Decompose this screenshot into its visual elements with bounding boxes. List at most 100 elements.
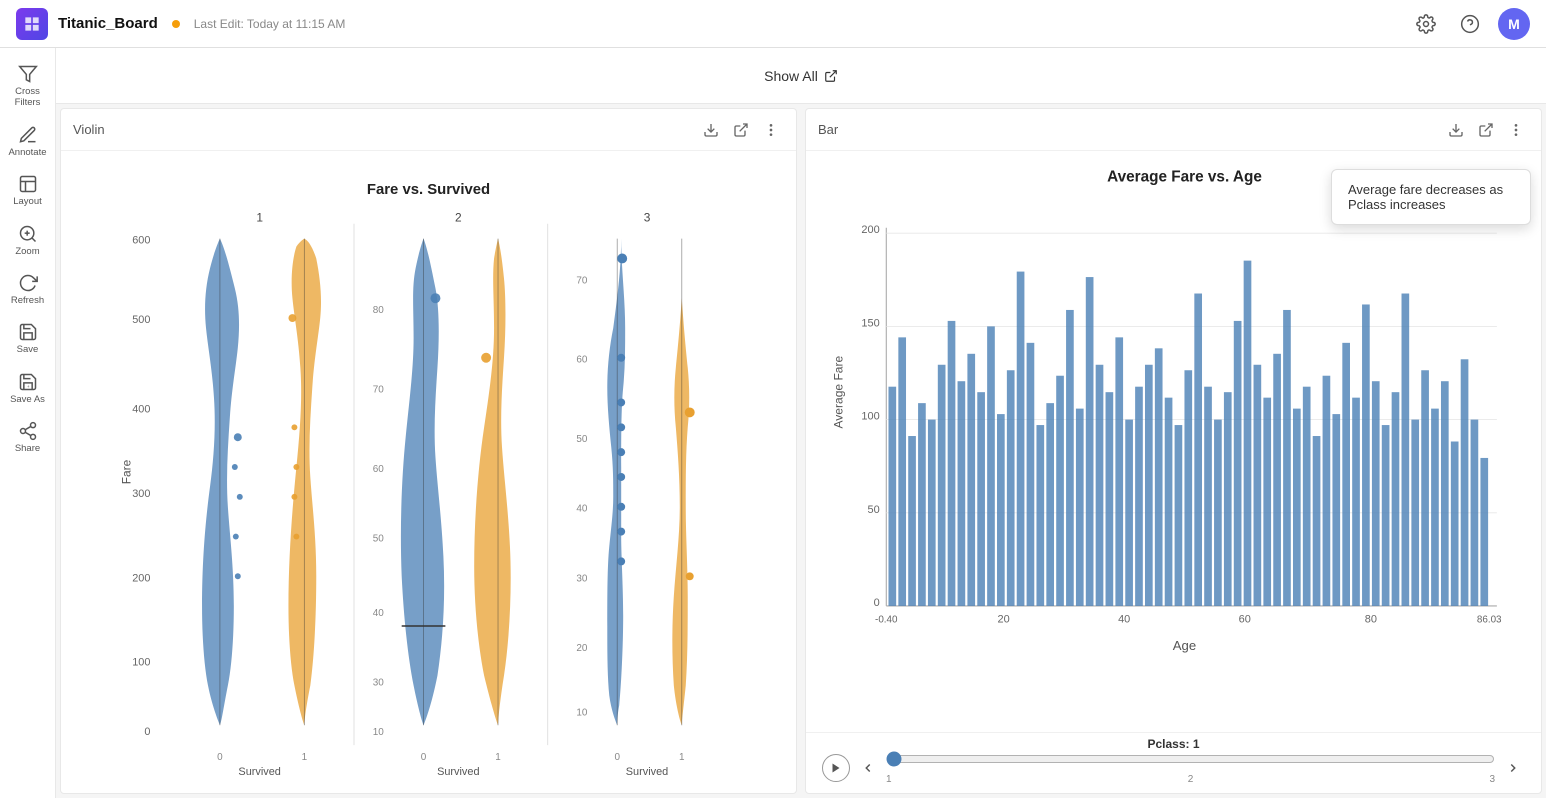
sidebar-item-label: Save [17,344,39,355]
svg-text:0: 0 [217,752,223,763]
bar-more-button[interactable] [1503,117,1529,143]
pclass-slider[interactable] [886,751,1495,767]
svg-text:60: 60 [576,355,588,366]
play-button[interactable] [822,754,850,782]
svg-text:Fare vs. Survived: Fare vs. Survived [367,182,490,198]
bar-chart-panel: Bar [805,108,1542,794]
bar-download-button[interactable] [1443,117,1469,143]
sidebar-item-annotate[interactable]: Annotate [3,119,53,164]
svg-text:20: 20 [576,643,588,654]
topbar-right: M [1410,8,1530,40]
slider-ticks: 1 2 3 [886,774,1495,785]
bar-chart-svg: Average Fare vs. Age 200 150 100 50 0 Av… [806,151,1541,732]
violin-chart-actions [698,117,784,143]
sidebar-item-cross-filters[interactable]: CrossFilters [3,58,53,115]
svg-text:0: 0 [144,726,150,738]
svg-text:Survived: Survived [238,766,280,778]
svg-text:20: 20 [997,613,1009,625]
bar-export-button[interactable] [1473,117,1499,143]
svg-text:1: 1 [256,211,263,225]
sidebar-item-layout[interactable]: Layout [3,168,53,213]
show-all-button[interactable]: Show All [764,68,838,84]
svg-text:+: + [27,384,30,389]
svg-text:60: 60 [1239,613,1251,625]
sidebar: CrossFilters Annotate Layout Zoom [0,48,56,798]
svg-text:50: 50 [373,534,385,545]
pclass-label: Pclass: 1 [822,737,1525,751]
sidebar-item-save-as[interactable]: + Save As [3,366,53,411]
svg-text:60: 60 [373,464,385,475]
svg-text:Age: Age [1173,638,1196,653]
sidebar-item-label: Share [15,443,40,454]
topbar: Titanic_Board Last Edit: Today at 11:15 … [0,0,1546,48]
svg-text:1: 1 [495,752,501,763]
svg-text:2: 2 [455,211,462,225]
svg-text:300: 300 [132,488,150,500]
sidebar-item-label: Save As [10,394,45,405]
last-edit-dot [172,20,180,28]
settings-button[interactable] [1410,8,1442,40]
svg-text:50: 50 [868,504,880,516]
svg-text:3: 3 [644,211,651,225]
svg-text:Average Fare vs. Age: Average Fare vs. Age [1107,169,1262,186]
sidebar-item-label: Layout [13,196,42,207]
svg-text:50: 50 [576,434,588,445]
svg-text:150: 150 [861,317,879,329]
svg-text:400: 400 [132,403,150,415]
svg-text:40: 40 [1118,613,1130,625]
sidebar-item-label: Zoom [15,246,39,257]
svg-text:-0.40: -0.40 [875,614,898,625]
user-avatar[interactable]: M [1498,8,1530,40]
violin-export-button[interactable] [728,117,754,143]
svg-text:Survived: Survived [437,766,479,778]
bar-chart-type-label: Bar [818,122,838,137]
svg-text:200: 200 [132,572,150,584]
show-all-label: Show All [764,68,818,84]
last-edit-text: Last Edit: Today at 11:15 AM [194,17,346,31]
violin-download-button[interactable] [698,117,724,143]
svg-text:100: 100 [132,657,150,669]
main-layout: CrossFilters Annotate Layout Zoom [0,48,1546,798]
sidebar-item-label: Annotate [8,147,46,158]
svg-text:80: 80 [373,305,385,316]
svg-text:30: 30 [373,678,385,689]
content-area: Show All Violin [56,48,1546,798]
sidebar-item-label: Refresh [11,295,44,306]
app-logo [16,8,48,40]
svg-text:1: 1 [679,752,685,763]
svg-text:40: 40 [373,608,385,619]
svg-text:100: 100 [861,411,879,423]
bar-chart-footer: Pclass: 1 [806,732,1541,793]
bar-chart-header: Bar [806,109,1541,151]
svg-text:30: 30 [576,573,588,584]
svg-text:600: 600 [132,235,150,247]
bar-chart-actions [1443,117,1529,143]
violin-more-button[interactable] [758,117,784,143]
svg-text:200: 200 [861,224,879,236]
svg-text:Fare: Fare [120,459,134,484]
svg-text:500: 500 [132,314,150,326]
topbar-left: Titanic_Board Last Edit: Today at 11:15 … [16,8,345,40]
svg-text:86.03: 86.03 [1477,614,1502,625]
sidebar-item-refresh[interactable]: Refresh [3,267,53,312]
help-button[interactable] [1454,8,1486,40]
slider-track-container: 1 2 3 [886,751,1495,785]
sidebar-item-save[interactable]: Save [3,316,53,361]
prev-button[interactable] [856,756,880,780]
svg-text:Average Fare: Average Fare [831,355,845,428]
charts-row: Violin [56,104,1546,798]
tooltip-text: Average fare decreases as Pclass increas… [1348,182,1503,212]
sidebar-item-share[interactable]: Share [3,415,53,460]
slider-container: 1 2 3 [822,751,1525,785]
show-all-bar[interactable]: Show All [56,48,1546,104]
bar-chart-body: Average Fare vs. Age 200 150 100 50 0 Av… [806,151,1541,732]
svg-text:Survived: Survived [626,766,668,778]
svg-text:0: 0 [614,752,620,763]
svg-text:80: 80 [1365,613,1377,625]
svg-text:0: 0 [421,752,427,763]
next-button[interactable] [1501,756,1525,780]
svg-text:70: 70 [576,275,588,286]
sidebar-item-zoom[interactable]: Zoom [3,218,53,263]
board-title: Titanic_Board [58,15,158,32]
tooltip-popup: Average fare decreases as Pclass increas… [1331,169,1531,225]
